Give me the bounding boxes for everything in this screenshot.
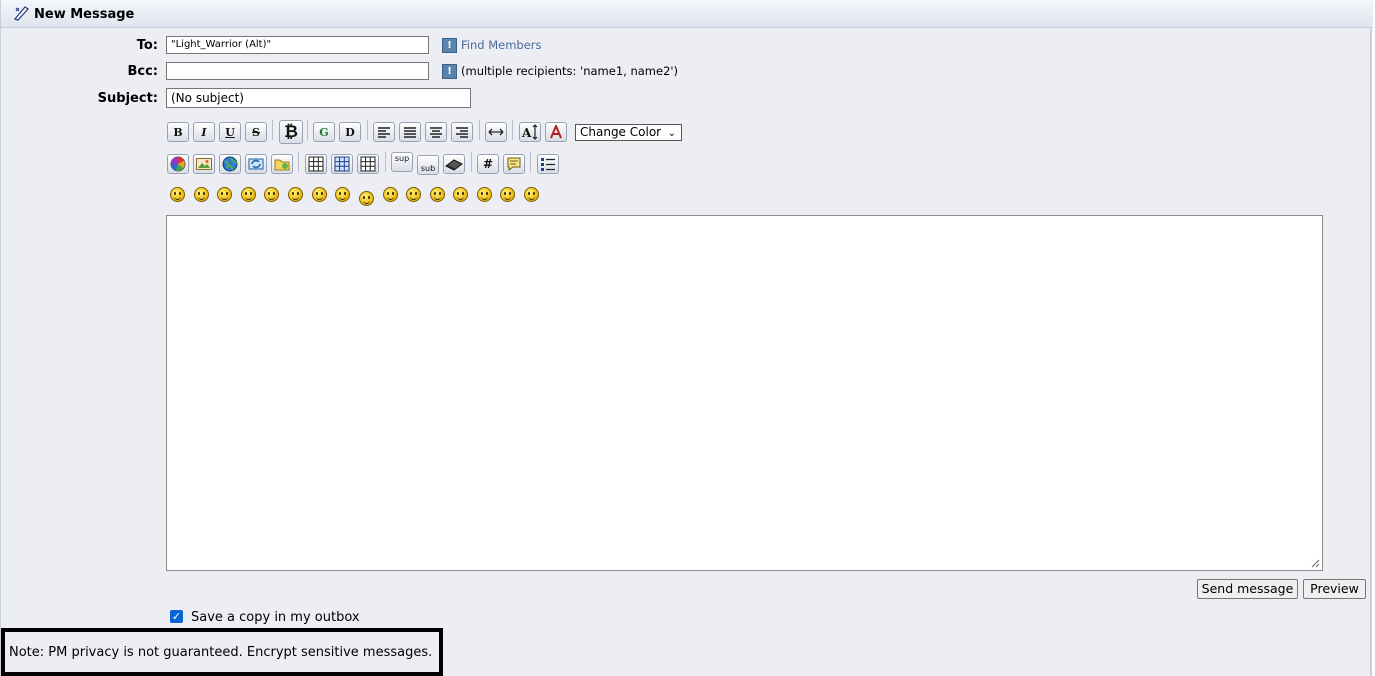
table-icon (308, 156, 324, 172)
bcc-info-icon[interactable]: ! (442, 64, 457, 79)
table-cell-icon (360, 156, 376, 172)
superscript-button[interactable]: sup (391, 152, 413, 172)
align-center-button[interactable] (425, 122, 447, 142)
speech-bubble-icon (507, 157, 521, 171)
message-body-textarea[interactable] (166, 215, 1323, 571)
change-color-select[interactable]: Change Color ⌄ (575, 124, 682, 141)
quote-button[interactable] (503, 154, 525, 174)
align-left-button[interactable] (373, 122, 395, 142)
toolbar-divider (385, 152, 386, 172)
insert-image-button[interactable] (193, 154, 215, 174)
insert-table-button[interactable] (305, 154, 327, 174)
bitcoin-button[interactable]: ₿ (279, 120, 303, 144)
smiley-sad-icon[interactable] (288, 187, 303, 202)
color-wheel-button[interactable] (167, 154, 189, 174)
text-color-icon (550, 125, 562, 139)
smiley-shocked-icon[interactable] (312, 187, 327, 202)
to-label: To: (136, 38, 158, 53)
attach-file-button[interactable] (271, 154, 293, 174)
panel-header: New Message (1, 0, 1373, 28)
subject-label: Subject: (97, 91, 158, 106)
compose-pen-icon (13, 6, 29, 21)
smiley-tongue-icon[interactable] (406, 187, 421, 202)
d-tag-button[interactable]: D (339, 122, 361, 142)
toolbar-divider (298, 152, 299, 172)
save-copy-label[interactable]: Save a copy in my outbox (191, 610, 360, 625)
insert-video-button[interactable] (245, 154, 267, 174)
chevron-down-icon: ⌄ (667, 128, 676, 139)
to-field[interactable]: "Light_Warrior (Alt)" (166, 36, 429, 54)
smiley-angry-icon[interactable] (264, 187, 279, 202)
find-members-icon[interactable]: ! (442, 38, 457, 53)
smiley-rolleyes-icon[interactable] (383, 187, 398, 202)
toolbar-divider (307, 120, 308, 140)
smiley-cry-icon[interactable] (524, 187, 539, 202)
preview-button[interactable]: Preview (1303, 579, 1366, 599)
privacy-note-box: Note: PM privacy is not guaranteed. Encr… (1, 628, 443, 676)
underline-button[interactable]: U (219, 122, 241, 142)
table-row-icon (334, 156, 350, 172)
bcc-hint: (multiple recipients: 'name1, name2') (461, 64, 679, 78)
italic-button[interactable]: I (193, 122, 215, 142)
svg-text:A: A (521, 126, 532, 140)
globe-link-icon (222, 156, 238, 172)
smiley-lipsrsealed-icon[interactable] (453, 187, 468, 202)
smiley-kiss-icon[interactable] (500, 187, 515, 202)
text-color-button[interactable] (545, 122, 567, 142)
insert-link-button[interactable] (219, 154, 241, 174)
align-center-icon (430, 127, 442, 138)
smiley-embarrassed-icon[interactable] (430, 187, 445, 202)
smiley-laugh-icon[interactable] (241, 187, 256, 202)
code-button[interactable]: # (477, 154, 499, 174)
resize-grip-icon[interactable] (1310, 558, 1320, 568)
toolbar-divider (367, 120, 368, 140)
align-right-button[interactable] (451, 122, 473, 142)
change-color-label: Change Color (580, 125, 662, 139)
save-copy-checkbox[interactable]: ✓ (170, 610, 183, 623)
toolbar-divider (471, 152, 472, 172)
video-icon (248, 158, 264, 170)
strikethrough-button[interactable]: S (245, 122, 267, 142)
g-tag-button[interactable]: G (313, 122, 335, 142)
bcc-label: Bcc: (127, 64, 158, 79)
smiley-undecided-icon[interactable] (477, 187, 492, 202)
smiley-huh-icon[interactable] (359, 191, 374, 206)
align-right-icon (456, 127, 468, 138)
send-message-button[interactable]: Send message (1197, 579, 1298, 599)
new-message-panel: New Message To: "Light_Warrior (Alt)" ! … (0, 0, 1373, 676)
toolbar-divider (272, 120, 273, 140)
justify-icon (404, 127, 416, 138)
list-button[interactable] (537, 154, 559, 174)
subject-field[interactable]: (No subject) (166, 88, 471, 108)
align-left-icon (378, 127, 390, 138)
bold-button[interactable]: B (167, 122, 189, 142)
color-wheel-icon (170, 156, 186, 172)
bcc-field[interactable] (166, 62, 429, 80)
horizontal-rule-button[interactable] (485, 122, 507, 142)
image-icon (196, 158, 212, 170)
folder-icon (274, 159, 290, 171)
privacy-note-text: Note: PM privacy is not guaranteed. Encr… (9, 645, 433, 660)
justify-button[interactable] (399, 122, 421, 142)
toolbar-divider (479, 120, 480, 140)
font-size-button[interactable]: A (519, 122, 541, 142)
table-cell-button[interactable] (357, 154, 379, 174)
bulleted-list-icon (541, 158, 555, 171)
toolbar-divider (530, 152, 531, 172)
find-members-link[interactable]: Find Members (461, 38, 542, 52)
spoiler-button[interactable] (443, 154, 465, 174)
font-size-icon: A (521, 124, 538, 140)
table-row-button[interactable] (331, 154, 353, 174)
smiley-smile-icon[interactable] (170, 187, 185, 202)
page-title: New Message (34, 7, 135, 22)
smiley-cool-icon[interactable] (335, 187, 350, 202)
smiley-wink-icon[interactable] (194, 187, 209, 202)
horizontal-arrows-icon (488, 128, 504, 136)
smiley-grin-icon[interactable] (217, 187, 232, 202)
eraser-icon (445, 159, 463, 171)
toolbar-divider (512, 120, 513, 140)
subscript-button[interactable]: sub (417, 155, 439, 175)
